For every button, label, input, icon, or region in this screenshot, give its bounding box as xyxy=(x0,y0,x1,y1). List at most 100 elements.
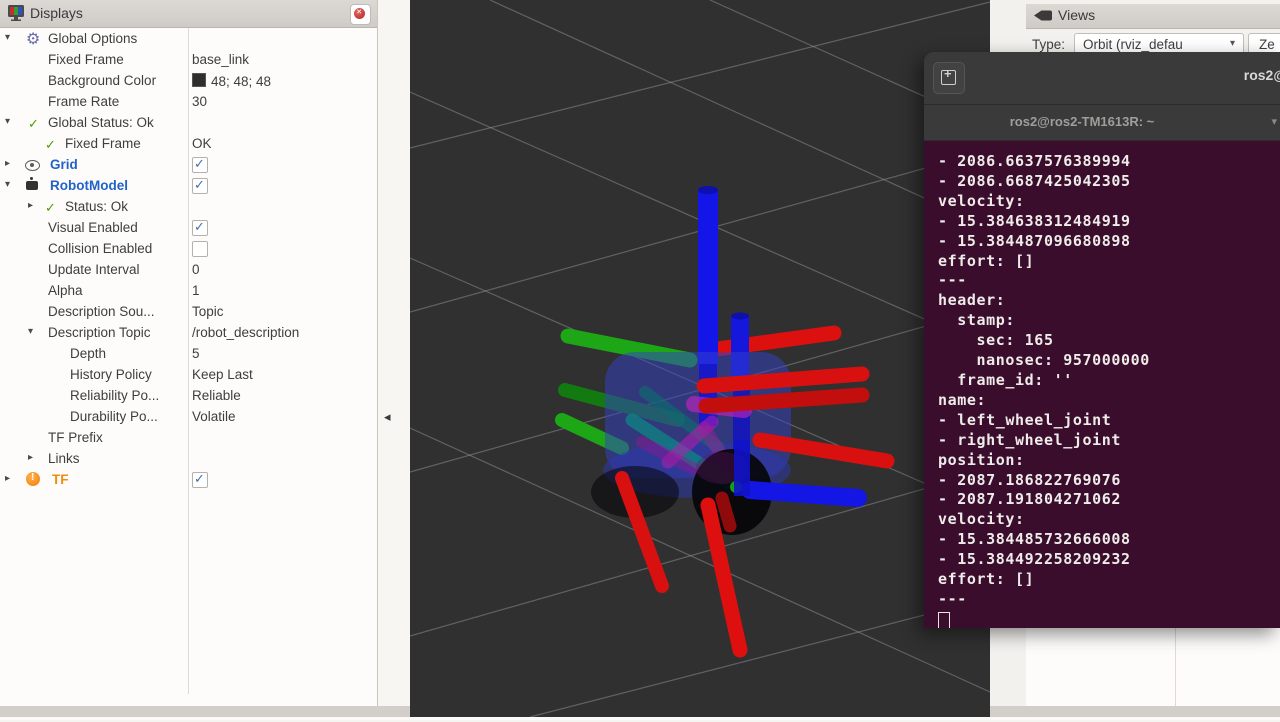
terminal-line: - 15.384485732666008 xyxy=(938,530,1280,550)
property-value[interactable]: /robot_description xyxy=(192,325,299,340)
displays-tree-row[interactable]: Frame Rate30 xyxy=(0,91,377,112)
displays-tree-row[interactable]: Collision Enabled xyxy=(0,238,377,259)
terminal-line: position: xyxy=(938,451,1280,471)
chevron-down-icon: ▾ xyxy=(1230,38,1235,49)
terminal-line: velocity: xyxy=(938,192,1280,212)
views-panel-title: Views xyxy=(1058,7,1095,23)
property-label: Grid xyxy=(50,157,78,172)
expander-down-icon[interactable]: ▾ xyxy=(5,115,10,129)
displays-tree-row[interactable]: ▾Description Topic/robot_description xyxy=(0,322,377,343)
expander-right-icon[interactable]: ▸ xyxy=(5,472,10,486)
property-label: Durability Po... xyxy=(70,409,158,424)
displays-tree-row[interactable]: ▸ TF xyxy=(0,469,377,490)
terminal-window: + ros2@ ros2@ros2-TM1613R: ~ ▾ - 2086.66… xyxy=(924,52,1280,628)
displays-tree-row[interactable]: Background Color 48; 48; 48 xyxy=(0,70,377,91)
displays-tree-row[interactable]: Update Interval0 xyxy=(0,259,377,280)
chevron-down-icon[interactable]: ▾ xyxy=(1271,115,1277,128)
property-label: Depth xyxy=(70,346,106,361)
property-value-text: Volatile xyxy=(192,409,236,424)
property-value[interactable]: 1 xyxy=(192,283,200,298)
displays-tree: ▾ Global Options Fixed Frame base_link Backg… xyxy=(0,28,377,706)
displays-tree-row[interactable]: History PolicyKeep Last xyxy=(0,364,377,385)
close-panel-button[interactable] xyxy=(350,4,371,25)
terminal-line: - 15.384638312484919 xyxy=(938,212,1280,232)
check-icon xyxy=(45,136,56,154)
expander-right-icon[interactable]: ▸ xyxy=(28,199,33,213)
terminal-line: effort: [] xyxy=(938,570,1280,590)
tf-axis-z xyxy=(750,490,858,498)
property-label: Global Options xyxy=(48,31,137,46)
color-swatch xyxy=(192,73,206,87)
displays-tree-row[interactable]: Fixed Frame base_link xyxy=(0,49,377,70)
property-value[interactable]: 0 xyxy=(192,262,200,277)
property-value[interactable]: 48; 48; 48 xyxy=(192,73,271,89)
view-type-value: Orbit (rviz_defau xyxy=(1083,37,1183,52)
terminal-tab-title[interactable]: ros2@ros2-TM1613R: ~ xyxy=(924,114,1240,129)
property-label: TF xyxy=(52,472,69,487)
check-icon xyxy=(28,115,39,133)
views-panel-icon xyxy=(1034,9,1054,22)
property-checkbox[interactable] xyxy=(192,220,208,236)
property-label: Background Color xyxy=(48,73,156,88)
property-value[interactable]: Keep Last xyxy=(192,367,253,382)
property-label: Description Sou... xyxy=(48,304,155,319)
terminal-headerbar[interactable]: + ros2@ xyxy=(924,52,1280,105)
property-value[interactable]: 5 xyxy=(192,346,200,361)
displays-tree-row[interactable]: ▾ Global Options xyxy=(0,28,377,49)
property-value-text: Keep Last xyxy=(192,367,253,382)
terminal-line: - 15.384492258209232 xyxy=(938,550,1280,570)
property-value[interactable]: Volatile xyxy=(192,409,236,424)
plus-icon: + xyxy=(944,66,952,81)
displays-tree-row[interactable]: ▾Global Status: Ok xyxy=(0,112,377,133)
displays-tree-row[interactable]: Fixed FrameOK xyxy=(0,133,377,154)
property-label: TF Prefix xyxy=(48,430,103,445)
property-value[interactable]: Topic xyxy=(192,304,224,319)
property-label: Alpha xyxy=(48,283,83,298)
terminal-line: --- xyxy=(938,271,1280,291)
property-value[interactable]: Reliable xyxy=(192,388,241,403)
displays-tree-row[interactable]: ▸Links xyxy=(0,448,377,469)
property-label: Fixed Frame xyxy=(48,52,124,67)
expander-down-icon[interactable]: ▾ xyxy=(5,178,10,192)
terminal-line: - left_wheel_joint xyxy=(938,411,1280,431)
displays-tree-row[interactable]: ▸ Grid xyxy=(0,154,377,175)
displays-tree-row[interactable]: ▾RobotModel xyxy=(0,175,377,196)
displays-tree-row[interactable]: Depth 5 xyxy=(0,343,377,364)
displays-tree-row[interactable]: Reliability Po...Reliable xyxy=(0,385,377,406)
terminal-line: - 15.384487096680898 xyxy=(938,232,1280,252)
terminal-line: effort: [] xyxy=(938,252,1280,272)
terminal-output[interactable]: - 2086.6637576389994- 2086.6687425042305… xyxy=(924,141,1280,628)
property-value[interactable]: OK xyxy=(192,136,212,151)
views-panel-titlebar[interactable]: Views xyxy=(1026,4,1280,29)
property-value[interactable]: base_link xyxy=(192,52,249,67)
terminal-line: name: xyxy=(938,391,1280,411)
property-checkbox[interactable] xyxy=(192,472,208,488)
check-icon xyxy=(45,199,56,217)
property-checkbox[interactable] xyxy=(192,241,208,257)
property-checkbox[interactable] xyxy=(192,178,208,194)
expander-right-icon[interactable]: ▸ xyxy=(28,451,33,465)
displays-tree-row[interactable]: Visual Enabled xyxy=(0,217,377,238)
splitter-collapse-icon[interactable]: ◂ xyxy=(384,409,391,425)
terminal-tabbar[interactable]: ros2@ros2-TM1613R: ~ ▾ xyxy=(924,105,1280,141)
displays-tree-row[interactable]: Description Sou... Topic xyxy=(0,301,377,322)
displays-tree-row[interactable]: Durability Po... Volatile xyxy=(0,406,377,427)
displays-tree-row[interactable]: TF Prefix xyxy=(0,427,377,448)
property-checkbox[interactable] xyxy=(192,157,208,173)
displays-tree-row[interactable]: ▸Status: Ok xyxy=(0,196,377,217)
displays-tree-row[interactable]: Alpha 1 xyxy=(0,280,377,301)
bottom-dock-edge xyxy=(0,706,410,717)
3d-viewport[interactable] xyxy=(410,0,990,717)
expander-down-icon[interactable]: ▾ xyxy=(28,325,33,339)
property-value-text: /robot_description xyxy=(192,325,299,340)
property-value[interactable]: 30 xyxy=(192,94,207,109)
property-value-text: base_link xyxy=(192,52,249,67)
expander-down-icon[interactable]: ▾ xyxy=(5,31,10,45)
terminal-window-title: ros2@ xyxy=(1244,67,1280,83)
panel-splitter[interactable] xyxy=(378,0,410,717)
terminal-line: nanosec: 957000000 xyxy=(938,351,1280,371)
new-tab-button[interactable]: + xyxy=(933,62,965,94)
displays-panel-titlebar[interactable]: Displays xyxy=(0,0,377,28)
terminal-line: frame_id: '' xyxy=(938,371,1280,391)
expander-right-icon[interactable]: ▸ xyxy=(5,157,10,171)
